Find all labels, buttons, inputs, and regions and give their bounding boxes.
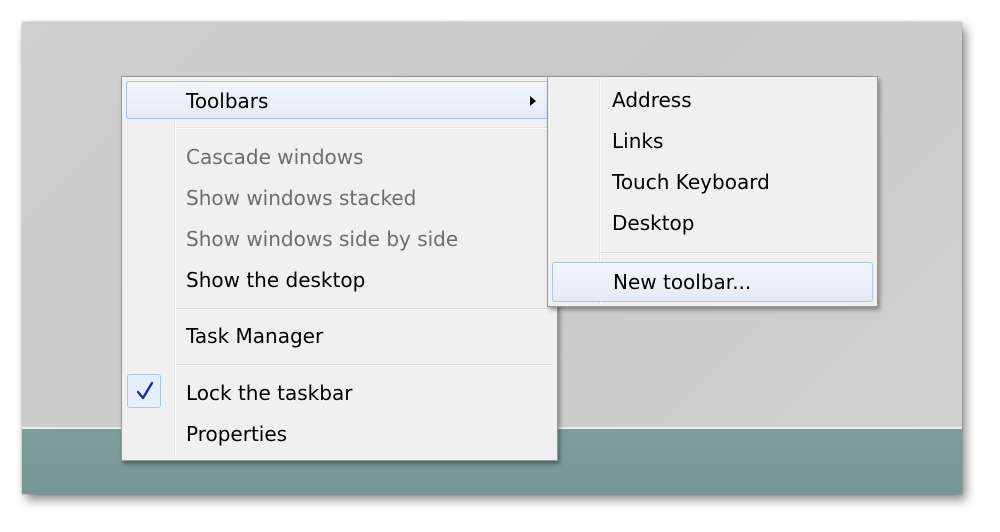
submenu-item-label: Desktop xyxy=(612,211,695,235)
menu-item-cascade-windows[interactable]: Cascade windows xyxy=(124,138,555,176)
menu-item-show-windows-stacked[interactable]: Show windows stacked xyxy=(124,179,555,217)
menu-item-lock-the-taskbar[interactable]: Lock the taskbar xyxy=(124,374,555,412)
checkmark-icon xyxy=(136,381,154,400)
menu-item-label: Show windows stacked xyxy=(186,186,417,210)
submenu-item-touch-keyboard[interactable]: Touch Keyboard xyxy=(550,163,875,201)
menu-item-show-the-desktop[interactable]: Show the desktop xyxy=(124,261,555,299)
submenu-item-label: Address xyxy=(612,88,692,112)
desktop-screenshot: Toolbars Cascade windows Show windows st… xyxy=(22,22,962,494)
menu-item-show-windows-side-by-side[interactable]: Show windows side by side xyxy=(124,220,555,258)
toolbars-submenu: Address Links Touch Keyboard Desktop New… xyxy=(547,76,878,307)
submenu-item-address[interactable]: Address xyxy=(550,81,875,119)
submenu-item-label: Links xyxy=(612,129,664,153)
submenu-item-desktop[interactable]: Desktop xyxy=(550,204,875,242)
submenu-item-label: Touch Keyboard xyxy=(612,170,770,194)
chevron-right-icon xyxy=(530,96,536,106)
checkmark-box xyxy=(127,374,161,408)
submenu-item-links[interactable]: Links xyxy=(550,122,875,160)
menu-item-label: Lock the taskbar xyxy=(186,381,353,405)
menu-separator xyxy=(176,364,553,366)
submenu-item-new-toolbar[interactable]: New toolbar... xyxy=(552,262,873,302)
menu-item-label: Task Manager xyxy=(186,324,324,348)
menu-item-label: Show windows side by side xyxy=(186,227,459,251)
submenu-item-label: New toolbar... xyxy=(613,270,752,294)
menu-item-label: Show the desktop xyxy=(186,268,366,292)
menu-item-toolbars[interactable]: Toolbars xyxy=(126,81,549,119)
menu-item-label: Toolbars xyxy=(186,89,269,113)
menu-item-label: Properties xyxy=(186,422,288,446)
menu-item-task-manager[interactable]: Task Manager xyxy=(124,317,555,355)
menu-separator xyxy=(176,127,553,129)
menu-separator xyxy=(176,308,553,310)
taskbar-context-menu: Toolbars Cascade windows Show windows st… xyxy=(121,76,558,461)
menu-item-label: Cascade windows xyxy=(186,145,364,169)
menu-separator xyxy=(601,252,873,254)
menu-item-properties[interactable]: Properties xyxy=(124,415,555,453)
